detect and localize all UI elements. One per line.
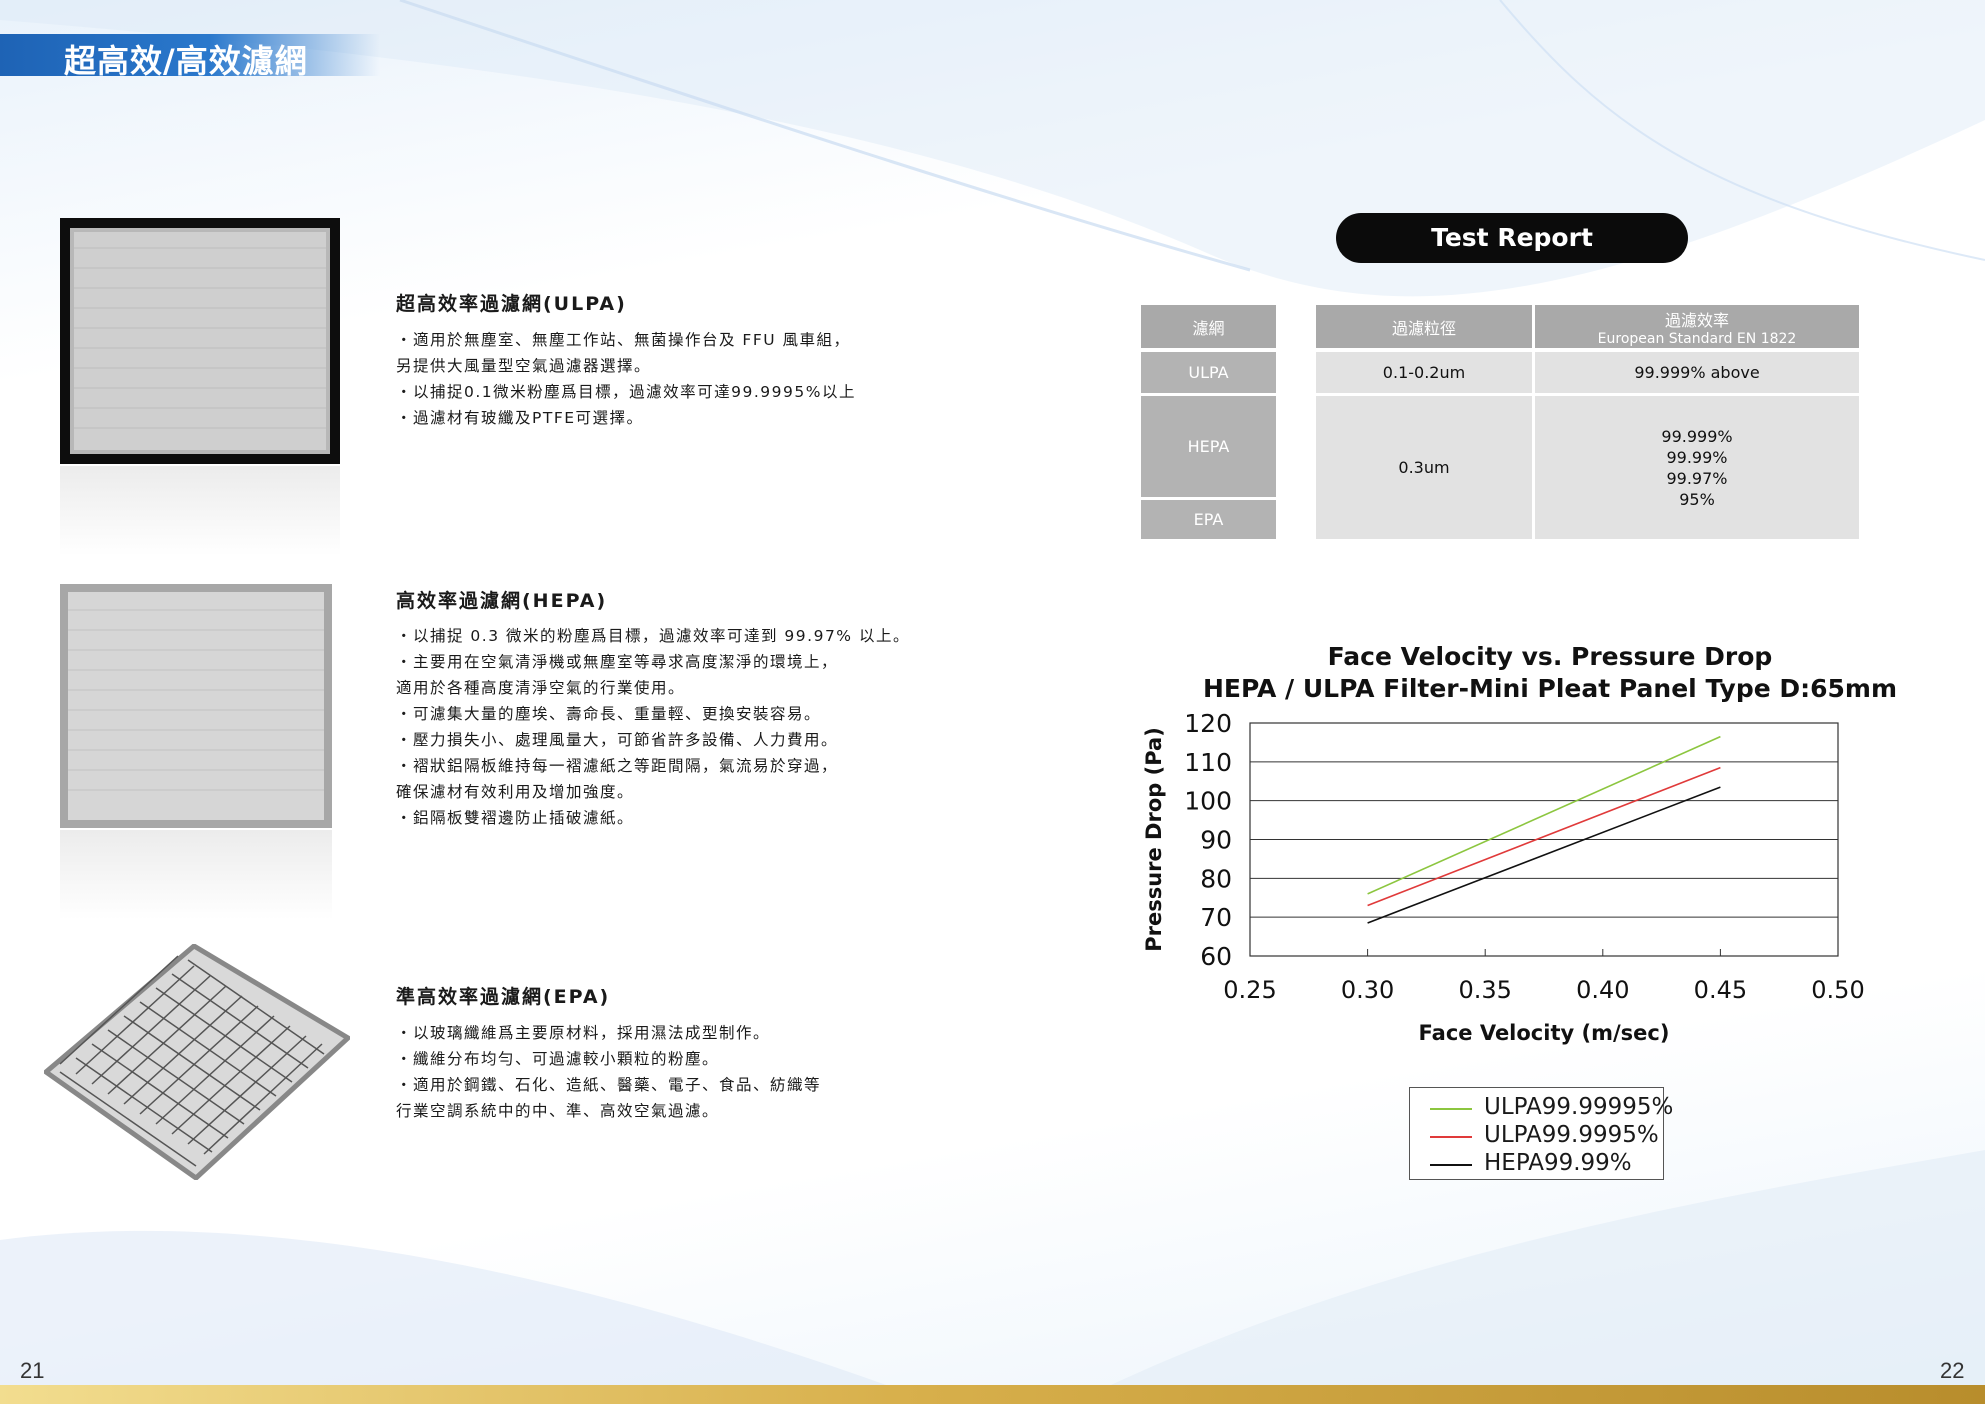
ulpa-label-text: ULPA [1188, 363, 1229, 382]
epa-line: ・適用於鋼鐵、石化、造紙、醫藥、電子、食品、紡織等 [396, 1076, 822, 1094]
hepa-label-text: HEPA [1187, 437, 1230, 456]
chart-legend: ULPA99.99995% ULPA99.9995% HEPA99.99% [1409, 1087, 1673, 1180]
legend-label: ULPA99.9995% [1484, 1122, 1659, 1148]
hepa-line: 確保濾材有效利用及增加強度。 [396, 783, 635, 801]
y-tick-label: 100 [1184, 787, 1232, 816]
page-number-right: 22 [1940, 1358, 1965, 1383]
legend-swatch-red [1430, 1136, 1472, 1138]
x-tick-label: 0.30 [1341, 976, 1394, 1004]
ulpa-reflection [60, 466, 340, 556]
legend-label: HEPA99.99% [1484, 1150, 1632, 1176]
x-tick-label: 0.40 [1576, 976, 1629, 1004]
x-tick-label: 0.25 [1223, 976, 1276, 1004]
legend-item-hepa-99-99: HEPA99.99% [1420, 1150, 1660, 1178]
table-row-hepa-label: HEPA [1141, 396, 1276, 497]
ulpa-efficiency-text: 99.999% above [1634, 363, 1760, 382]
y-tick-label: 60 [1200, 942, 1232, 971]
hepa-line: ・褶狀鋁隔板維持每一褶濾紙之等距間隔，氣流易於穿過， [396, 757, 839, 775]
hepa-line: ・可濾集大量的塵埃、壽命長、重量輕、更換安裝容易。 [396, 705, 822, 723]
table-row-ulpa-efficiency: 99.999% above [1535, 352, 1859, 393]
chart-subtitle: HEPA / ULPA Filter-Mini Pleat Panel Type… [1202, 674, 1898, 703]
hepa-efficiency-4: 95% [1679, 489, 1715, 509]
table-row-ulpa-particle: 0.1-0.2um [1316, 352, 1532, 393]
hepa-efficiency-3: 99.97% [1666, 468, 1728, 488]
table-row-hepa-efficiency: 99.999% 99.99% 99.97% 95% [1535, 396, 1859, 539]
table-header-efficiency: 過濾效率 European Standard EN 1822 [1535, 305, 1859, 348]
ulpa-filter-image [60, 218, 340, 464]
table-header-efficiency-sub: European Standard EN 1822 [1597, 330, 1797, 347]
plot-area [1249, 722, 1839, 957]
y-axis-label: Pressure Drop (Pa) [1142, 727, 1166, 952]
ulpa-line: 另提供大風量型空氣過濾器選擇。 [396, 357, 652, 375]
hepa-title: 高效率過濾網(HEPA) [396, 590, 608, 612]
ulpa-title: 超高效率過濾網(ULPA) [396, 293, 627, 315]
series-line [1367, 766, 1721, 907]
legend-label: ULPA99.99995% [1484, 1094, 1674, 1120]
epa-line: 行業空調系統中的中、準、高效空氣過濾。 [396, 1102, 720, 1120]
epa-line: ・纖維分布均勻、可過濾較小顆粒的粉塵。 [396, 1050, 720, 1068]
hepa-efficiency-2: 99.99% [1666, 447, 1728, 467]
epa-line: ・以玻璃纖維爲主要原材料，採用濕法成型制作。 [396, 1024, 771, 1042]
legend-item-ulpa-99-9995: ULPA99.9995% [1420, 1122, 1660, 1150]
hepa-particle-text: 0.3um [1398, 458, 1450, 477]
legend-swatch-black [1430, 1164, 1472, 1166]
ulpa-description: ・適用於無塵室、無塵工作站、無菌操作台及 FFU 風車組， 另提供大風量型空氣過… [396, 327, 856, 431]
table-header-efficiency-text: 過濾效率 [1664, 310, 1729, 330]
table-header-filter: 濾網 [1141, 305, 1276, 348]
hepa-line: ・鋁隔板雙褶邊防止插破濾紙。 [396, 809, 635, 827]
page-number-left: 21 [20, 1358, 45, 1383]
ulpa-line: ・過濾材有玻纖及PTFE可選擇。 [396, 409, 644, 427]
hepa-line: 適用於各種高度清淨空氣的行業使用。 [396, 679, 686, 697]
y-tick-label: 120 [1184, 709, 1232, 738]
x-tick-label: 0.35 [1458, 976, 1511, 1004]
epa-label-text: EPA [1193, 510, 1224, 529]
chart-title: Face Velocity vs. Pressure Drop [1327, 642, 1773, 671]
y-tick-label: 70 [1200, 903, 1232, 932]
table-header-filter-text: 濾網 [1192, 318, 1225, 338]
table-row-ulpa-label: ULPA [1141, 352, 1276, 393]
hepa-description: ・以捕捉 0.3 微米的粉塵爲目標，過濾效率可達到 99.97% 以上。 ・主要… [396, 623, 910, 831]
legend-item-ulpa-99-99995: ULPA99.99995% [1420, 1094, 1673, 1122]
series-line [1367, 786, 1721, 924]
hepa-reflection [60, 830, 332, 920]
test-report-badge: Test Report [1336, 213, 1688, 263]
hepa-line: ・主要用在空氣清淨機或無塵室等尋求高度潔淨的環境上， [396, 653, 839, 671]
table-row-epa-label: EPA [1141, 500, 1276, 539]
legend-swatch-green [1430, 1108, 1472, 1110]
x-tick-label: 0.50 [1811, 976, 1864, 1004]
epa-title: 準高效率過濾網(EPA) [396, 986, 611, 1008]
hepa-filter-image [60, 584, 332, 828]
ulpa-line: ・以捕捉0.1微米粉塵爲目標，過濾效率可達99.9995%以上 [396, 383, 856, 401]
x-tick-label: 0.45 [1694, 976, 1747, 1004]
y-tick-label: 110 [1184, 748, 1232, 777]
hepa-line: ・壓力損失小、處理風量大，可節省許多設備、人力費用。 [396, 731, 839, 749]
epa-filter-image [44, 944, 350, 1180]
hepa-line: ・以捕捉 0.3 微米的粉塵爲目標，過濾效率可達到 99.97% 以上。 [396, 627, 910, 645]
ulpa-particle-text: 0.1-0.2um [1382, 363, 1466, 382]
series-line [1367, 735, 1721, 895]
epa-description: ・以玻璃纖維爲主要原材料，採用濕法成型制作。 ・纖維分布均勻、可過濾較小顆粒的粉… [396, 1020, 821, 1124]
y-tick-label: 90 [1200, 826, 1232, 855]
ulpa-line: ・適用於無塵室、無塵工作站、無菌操作台及 FFU 風車組， [396, 331, 851, 349]
table-row-hepa-particle: 0.3um [1316, 396, 1532, 539]
x-axis-label: Face Velocity (m/sec) [1419, 1021, 1670, 1045]
bottom-gold-bar [0, 1385, 1985, 1404]
page-title: 超高效/高效濾網 [64, 42, 308, 80]
table-header-particle-text: 過濾粒徑 [1391, 318, 1456, 338]
table-header-particle: 過濾粒徑 [1316, 305, 1532, 348]
hepa-efficiency-1: 99.999% [1661, 426, 1733, 446]
y-tick-label: 80 [1200, 864, 1232, 893]
